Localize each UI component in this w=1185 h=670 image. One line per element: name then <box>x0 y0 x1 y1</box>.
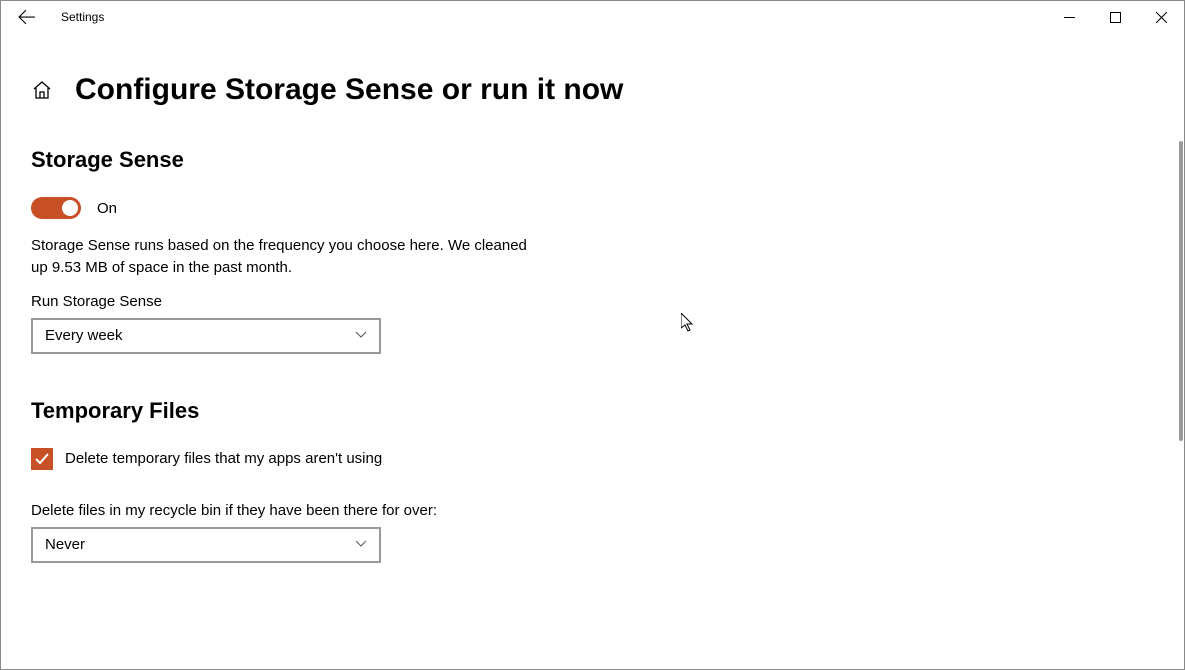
maximize-button[interactable] <box>1092 1 1138 33</box>
close-button[interactable] <box>1138 1 1184 33</box>
storage-sense-toggle-row: On <box>31 197 1154 219</box>
run-storage-sense-value: Every week <box>45 327 123 344</box>
minimize-icon <box>1064 12 1075 23</box>
delete-temp-row: Delete temporary files that my apps aren… <box>31 448 1154 470</box>
window-controls <box>1046 1 1184 33</box>
back-button[interactable] <box>17 7 37 27</box>
run-storage-sense-select[interactable]: Every week <box>31 318 381 354</box>
toggle-knob <box>62 200 78 216</box>
home-icon[interactable] <box>31 79 53 101</box>
page-header: Configure Storage Sense or run it now <box>31 73 1154 107</box>
storage-sense-heading: Storage Sense <box>31 147 1154 173</box>
temporary-files-heading: Temporary Files <box>31 398 1154 424</box>
scrollbar[interactable] <box>1179 141 1183 441</box>
back-arrow-icon <box>18 8 36 26</box>
storage-sense-toggle-label: On <box>97 200 117 217</box>
run-storage-sense-label: Run Storage Sense <box>31 293 1154 310</box>
window-title: Settings <box>61 10 104 24</box>
recycle-bin-label: Delete files in my recycle bin if they h… <box>31 502 1154 519</box>
recycle-bin-select[interactable]: Never <box>31 527 381 563</box>
storage-sense-toggle[interactable] <box>31 197 81 219</box>
close-icon <box>1156 12 1167 23</box>
content-area: Configure Storage Sense or run it now St… <box>1 33 1184 669</box>
delete-temp-label: Delete temporary files that my apps aren… <box>65 450 382 467</box>
titlebar-left: Settings <box>1 7 104 27</box>
minimize-button[interactable] <box>1046 1 1092 33</box>
recycle-bin-value: Never <box>45 536 85 553</box>
temporary-files-section: Temporary Files Delete temporary files t… <box>31 398 1154 563</box>
storage-sense-description: Storage Sense runs based on the frequenc… <box>31 235 541 279</box>
check-icon <box>34 451 50 467</box>
chevron-down-icon <box>355 328 367 343</box>
chevron-down-icon <box>355 537 367 552</box>
page-title: Configure Storage Sense or run it now <box>75 73 623 107</box>
titlebar: Settings <box>1 1 1184 33</box>
maximize-icon <box>1110 12 1121 23</box>
delete-temp-checkbox[interactable] <box>31 448 53 470</box>
